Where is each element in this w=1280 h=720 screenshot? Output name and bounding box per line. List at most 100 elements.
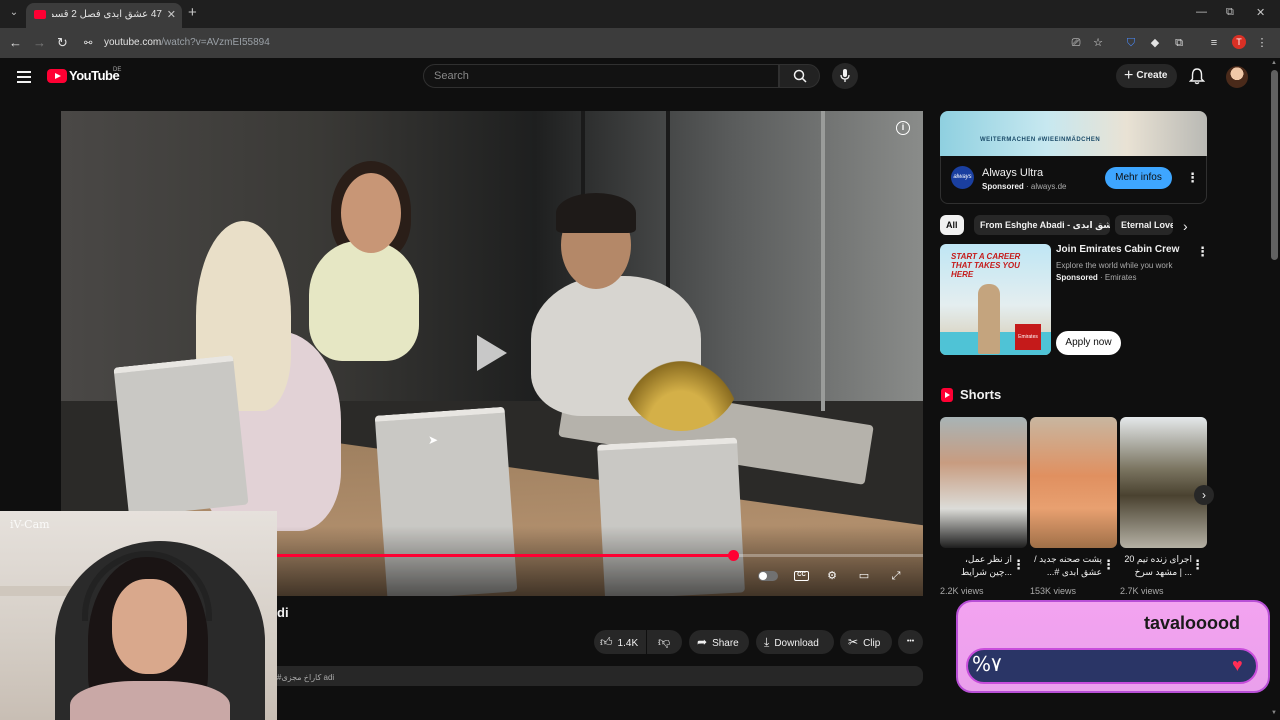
ad-more-info-button[interactable]: Mehr infos	[1105, 167, 1172, 189]
short-menu-icon[interactable]: ⋮	[1012, 557, 1025, 573]
promo-advertiser: Emirates	[1104, 273, 1137, 282]
promo-title[interactable]: Join Emirates Cabin Crew	[1056, 244, 1179, 255]
short-thumbnail[interactable]	[1120, 417, 1207, 548]
short-view-count: 2.7K views	[1120, 586, 1164, 596]
ad-menu-icon[interactable]: ⋮	[1186, 170, 1199, 186]
download-icon: ⤓	[764, 635, 770, 649]
scrollbar-thumb[interactable]	[1271, 70, 1278, 260]
fullscreen-icon[interactable]: ⤢	[887, 569, 905, 583]
like-button[interactable]: 👍︎ 1.4K	[594, 630, 646, 654]
window-restore-button[interactable]: ⧉	[1226, 6, 1234, 19]
alert-amount: %۷	[972, 652, 1002, 676]
search-input[interactable]	[424, 65, 778, 87]
plus-icon: +	[1124, 67, 1134, 84]
guide-menu-icon[interactable]	[17, 71, 31, 83]
notifications-bell-icon[interactable]	[1189, 68, 1205, 85]
autoplay-toggle[interactable]	[758, 571, 778, 581]
webcam-watermark: iV-Cam	[10, 518, 50, 531]
create-label: Create	[1136, 70, 1168, 81]
promo-thumbnail[interactable]: START A CAREER THAT TAKES YOU HERE Emira…	[940, 244, 1051, 355]
forward-arrow-icon[interactable]: →	[33, 35, 46, 51]
youtube-logo-icon[interactable]	[47, 69, 67, 83]
short-thumbnail[interactable]	[1030, 417, 1117, 548]
dislike-button[interactable]: 👎︎	[647, 630, 682, 654]
theater-mode-icon[interactable]: ▭	[855, 569, 873, 583]
ad-title[interactable]: Always Ultra	[982, 167, 1043, 179]
region-code: DE	[113, 67, 122, 73]
share-arrow-icon: ➦	[697, 635, 708, 649]
short-menu-icon[interactable]: ⋮	[1102, 557, 1115, 573]
back-arrow-icon[interactable]: ←	[9, 35, 22, 51]
search-box	[423, 64, 779, 88]
bookmark-star-icon[interactable]: ☆	[1091, 36, 1105, 50]
sponsored-label: Sponsored	[1056, 273, 1098, 282]
share-button[interactable]: ➦ Share	[689, 630, 749, 654]
short-caption[interactable]: پشت صحنه جدید / عشق ابدی #...	[1030, 553, 1102, 579]
ad-domain: always.de	[1030, 182, 1067, 191]
account-avatar[interactable]	[1226, 66, 1248, 88]
video-frame-window-mullion	[821, 111, 825, 411]
video-frame-person	[309, 241, 419, 361]
url-path: /watch?v=AVzmEI55894	[161, 37, 270, 48]
scroll-up-arrow-icon[interactable]: ▲	[1271, 60, 1277, 66]
settings-gear-icon[interactable]: ⚙	[823, 569, 841, 583]
scroll-down-arrow-icon[interactable]: ▼	[1271, 710, 1277, 716]
apply-now-button[interactable]: Apply now	[1056, 331, 1121, 355]
clip-button[interactable]: ✂ Clip	[840, 630, 892, 654]
short-thumbnail[interactable]	[940, 417, 1027, 548]
youtube-wordmark[interactable]: YouTube	[69, 68, 120, 83]
download-label: Download	[774, 638, 819, 649]
promo-headline: START A CAREER THAT TAKES YOU HERE	[951, 252, 1021, 279]
chip-eternal-love[interactable]: Eternal Love	[1115, 215, 1173, 235]
share-label: Share	[712, 638, 739, 649]
short-caption[interactable]: اجرای زنده تیم 20 ... | مشهد سرخ	[1120, 553, 1192, 579]
browser-menu-icon[interactable]: ⋮	[1255, 36, 1269, 50]
subtitles-cc-icon[interactable]: CC	[794, 571, 809, 581]
description-box[interactable]	[277, 666, 923, 686]
video-frame-person	[341, 173, 401, 253]
new-tab-button[interactable]: +	[188, 5, 197, 21]
short-menu-icon[interactable]: ⋮	[1191, 557, 1204, 573]
chevron-right-icon[interactable]: ›	[1183, 218, 1188, 234]
info-card-icon[interactable]: i	[896, 121, 910, 135]
sponsored-label: Sponsored	[982, 182, 1024, 191]
browser-tab-bar: ⌄ 47 عشق ابدی فصل 2 قسمت 🔊 ✕ + — ⧉ ✕	[0, 0, 1280, 28]
create-button[interactable]: + Create	[1116, 64, 1177, 88]
tab-close-icon[interactable]: ✕	[167, 8, 176, 21]
promo-sponsored-line: Sponsored · Emirates	[1056, 273, 1137, 282]
tab-search-chevron-icon[interactable]: ⌄	[6, 5, 22, 21]
extension-icon[interactable]: ◆	[1148, 36, 1162, 50]
mouse-cursor-icon: ➤	[428, 433, 439, 447]
browser-toolbar: ← → ↻ ⚯ youtube.com/watch?v=AVzmEI55894 …	[0, 28, 1280, 58]
voice-search-button[interactable]	[832, 63, 858, 89]
reload-icon[interactable]: ↻	[57, 35, 68, 51]
search-icon	[793, 69, 807, 83]
description-hashtag[interactable]: #کاراخ مجزی adi	[277, 673, 334, 682]
browser-tab-active[interactable]: 47 عشق ابدی فصل 2 قسمت 🔊 ✕	[26, 3, 182, 28]
search-button[interactable]	[779, 64, 820, 88]
window-minimize-button[interactable]: —	[1196, 6, 1207, 18]
chip-all[interactable]: All	[940, 215, 964, 235]
window-close-button[interactable]: ✕	[1256, 6, 1265, 19]
browser-profile-avatar[interactable]: T	[1232, 35, 1246, 49]
promo-menu-icon[interactable]: ⋮	[1196, 244, 1209, 260]
ad-banner-image[interactable]: WEITERMACHEN #WIEEINMÄDCHEN	[940, 111, 1207, 156]
more-actions-button[interactable]: •••	[898, 630, 923, 654]
short-view-count: 2.2K views	[940, 586, 984, 596]
youtube-header: YouTube DE +Create	[0, 58, 1270, 96]
chip-from-channel[interactable]: From Eshghe Abadi - عشق ابدی	[974, 215, 1110, 235]
download-button[interactable]: ⤓ Download	[756, 630, 834, 654]
extensions-puzzle-icon[interactable]: ⧉	[1172, 36, 1186, 50]
video-frame-person	[556, 193, 636, 233]
site-info-icon[interactable]: ⚯	[84, 36, 92, 52]
address-field[interactable]: youtube.com/watch?v=AVzmEI55894	[104, 37, 270, 48]
youtube-favicon-icon	[34, 10, 46, 19]
tab-title: 47 عشق ابدی فصل 2 قسمت 🔊	[52, 9, 162, 20]
password-manager-icon[interactable]: ⛉	[1124, 36, 1138, 50]
advertiser-logo[interactable]: always	[951, 166, 974, 189]
short-caption[interactable]: از نظر عمل، ...چین شرایط ادامه	[940, 553, 1012, 579]
install-app-icon[interactable]: ⎚	[1069, 36, 1083, 50]
shorts-next-chevron-icon[interactable]: ›	[1194, 485, 1214, 505]
reading-list-icon[interactable]: ≡	[1207, 36, 1221, 50]
promo-description: Explore the world while you work	[1056, 261, 1173, 270]
